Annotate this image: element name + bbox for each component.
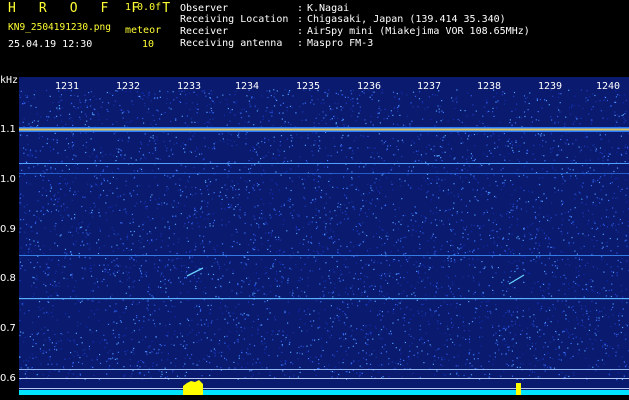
- header-panel: H R O F F T 1.0.0f KN9_2504191230.png me…: [0, 0, 629, 86]
- location-separator: :: [297, 14, 304, 25]
- time-tick-1233: 1233: [177, 81, 202, 92]
- freq-tick-0-9: 0.9: [0, 224, 16, 235]
- meteor-count: 10: [142, 39, 155, 50]
- time-tick-1234: 1234: [235, 81, 260, 92]
- freq-tick-1-0: 1.0: [0, 174, 16, 185]
- location-label: Receiving Location: [180, 14, 289, 25]
- location-value: Chigasaki, Japan (139.414 35.340): [307, 14, 506, 25]
- freq-tick-1-1: 1.1: [0, 124, 16, 135]
- waterfall-spectrogram: 1231 1232 1233 1234 1235 1236 1237 1238 …: [19, 77, 629, 395]
- receiver-value: AirSpy mini (Miakejima VOR 108.65MHz): [307, 26, 530, 37]
- time-tick-1239: 1239: [538, 81, 563, 92]
- carrier-line: [19, 128, 629, 131]
- meteor-label: meteor: [125, 25, 162, 36]
- receiver-separator: :: [297, 26, 304, 37]
- freq-tick-0-8: 0.8: [0, 273, 16, 284]
- time-tick-1231: 1231: [55, 81, 80, 92]
- spectrogram-canvas: [19, 77, 629, 395]
- observer-label: Observer: [180, 3, 229, 14]
- time-tick-1238: 1238: [477, 81, 502, 92]
- faint-line-2: [19, 255, 629, 256]
- faint-line-5: [19, 378, 629, 379]
- observer-separator: :: [297, 3, 304, 14]
- freq-tick-0-6: 0.6: [0, 373, 16, 384]
- spectrogram-background: [19, 77, 629, 395]
- faint-line-0: [19, 163, 629, 164]
- time-tick-1235: 1235: [296, 81, 321, 92]
- observer-value: K.Nagai: [307, 3, 350, 14]
- antenna-separator: :: [297, 38, 304, 49]
- antenna-label: Receiving antenna: [180, 38, 283, 49]
- file-name: KN9_2504191230.png: [8, 22, 111, 33]
- freq-tick-0-7: 0.7: [0, 323, 16, 334]
- time-tick-1236: 1236: [357, 81, 382, 92]
- app-version: 1.0.0f: [125, 2, 162, 13]
- faint-line-6: [19, 388, 629, 389]
- baseline-strip: [19, 390, 629, 395]
- signal-burst-2: [516, 383, 521, 395]
- time-tick-1240: 1240: [596, 81, 621, 92]
- date-time: 25.04.19 12:30: [8, 39, 93, 50]
- faint-line-4: [19, 369, 629, 370]
- faint-line-3: [19, 298, 629, 300]
- faint-line-1: [19, 173, 629, 174]
- antenna-value: Maspro FM-3: [307, 38, 374, 49]
- time-tick-1237: 1237: [417, 81, 442, 92]
- receiver-label: Receiver: [180, 26, 229, 37]
- time-tick-1232: 1232: [116, 81, 141, 92]
- frequency-unit: kHz: [0, 75, 19, 86]
